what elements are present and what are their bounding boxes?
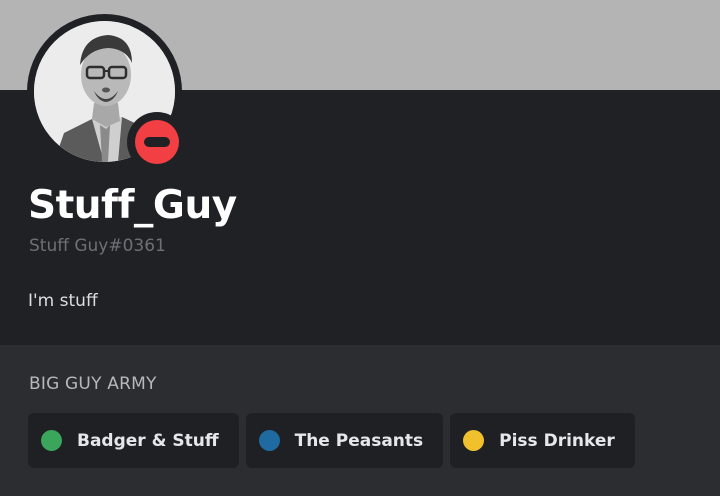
- role-label: Badger & Stuff: [77, 430, 219, 451]
- role-color-dot: [258, 430, 280, 451]
- user-profile-card: Stuff_Guy Stuff Guy#0361 I'm stuff BIG G…: [0, 0, 720, 496]
- status-minus-bar: [144, 137, 170, 147]
- display-name: Stuff_Guy: [28, 183, 237, 228]
- about-me-text: I'm stuff: [28, 291, 98, 311]
- status-indicator-frame: [127, 112, 187, 172]
- role-label: Piss Drinker: [499, 430, 615, 451]
- role-color-dot: [463, 430, 485, 451]
- role-label: The Peasants: [294, 430, 424, 451]
- do-not-disturb-status-icon: [135, 120, 179, 164]
- role-pill[interactable]: The Peasants: [245, 413, 444, 468]
- roles-section-title: BIG GUY ARMY: [29, 374, 157, 394]
- username-tag: Stuff Guy#0361: [29, 236, 166, 256]
- roles-list: Badger & Stuff The Peasants Piss Drinker: [28, 413, 635, 468]
- role-color-dot: [41, 430, 62, 451]
- role-pill[interactable]: Piss Drinker: [450, 413, 635, 468]
- role-pill[interactable]: Badger & Stuff: [28, 413, 239, 468]
